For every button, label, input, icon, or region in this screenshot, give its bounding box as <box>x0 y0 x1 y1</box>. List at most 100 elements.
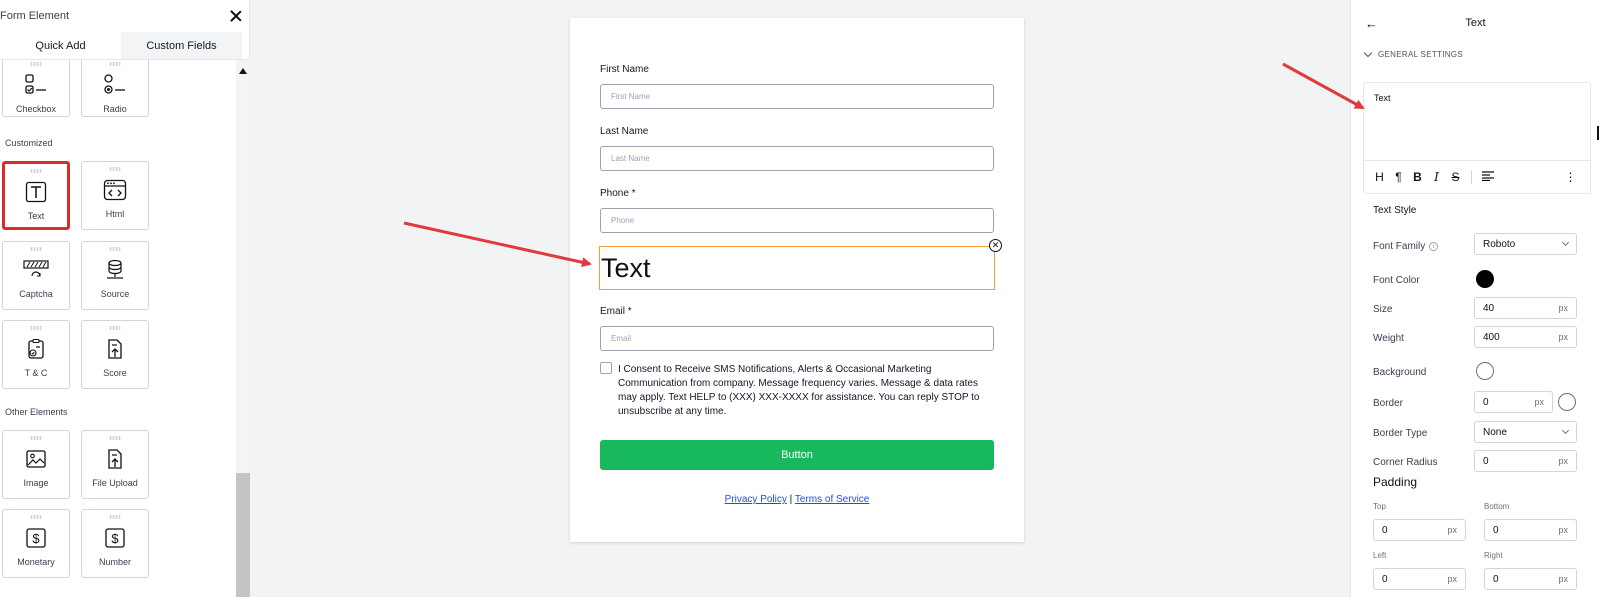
email-field[interactable]: Email <box>600 326 994 351</box>
border-unit: px <box>1534 397 1544 407</box>
section-customized: Customized <box>5 138 53 148</box>
submit-button[interactable]: Button <box>600 440 994 470</box>
border-type-select[interactable]: None <box>1474 421 1577 443</box>
tile-source[interactable]: Source <box>81 241 149 310</box>
chevron-down-icon <box>1363 48 1373 57</box>
phone-label: Phone * <box>600 188 636 199</box>
back-arrow-icon[interactable]: ← <box>1365 16 1378 31</box>
consent-checkbox[interactable] <box>600 362 612 374</box>
first-name-field[interactable]: First Name <box>600 84 994 109</box>
drag-handle-icon <box>30 326 42 330</box>
clipboard-check-icon <box>23 336 49 362</box>
background-label: Background <box>1373 367 1427 378</box>
border-type-value: None <box>1483 426 1507 438</box>
drag-handle-icon <box>109 326 121 330</box>
scroll-up-icon[interactable] <box>239 68 247 74</box>
heading-icon[interactable]: H <box>1370 170 1389 184</box>
tile-label: Html <box>105 209 125 219</box>
element-list-scrollbar[interactable] <box>236 60 250 597</box>
drag-handle-icon <box>109 247 121 251</box>
last-name-label: Last Name <box>600 126 649 137</box>
remove-element-icon[interactable]: ✕ <box>989 239 1002 252</box>
editor-content[interactable]: Text <box>1364 83 1590 161</box>
close-icon[interactable] <box>229 9 243 23</box>
settings-header: ← Text <box>1351 0 1600 45</box>
settings-title: Text <box>1465 16 1486 29</box>
size-input[interactable]: 40 px <box>1474 297 1577 319</box>
text-icon <box>23 179 49 205</box>
terms-of-service-link[interactable]: Terms of Service <box>795 494 869 505</box>
tile-number[interactable]: $ Number <box>81 509 149 578</box>
element-list: Checkbox Radio Customized Text Html Capt… <box>0 60 236 597</box>
svg-text:$: $ <box>111 531 119 546</box>
padding-left-label: Left <box>1373 551 1387 560</box>
tile-label: Checkbox <box>15 104 57 114</box>
scrollbar-thumb[interactable] <box>236 473 250 597</box>
strikethrough-icon[interactable]: S <box>1446 170 1465 184</box>
tile-label: Monetary <box>17 557 55 567</box>
drag-handle-icon <box>30 62 42 66</box>
border-value: 0 <box>1483 396 1489 408</box>
padding-top-label: Top <box>1373 502 1386 511</box>
align-left-icon[interactable] <box>1478 170 1497 184</box>
privacy-policy-link[interactable]: Privacy Policy <box>725 494 787 505</box>
padding-right-value: 0 <box>1493 573 1499 585</box>
tab-quick-add[interactable]: Quick Add <box>0 32 121 59</box>
padding-left-input[interactable]: 0 px <box>1373 568 1466 590</box>
tile-monetary[interactable]: $ Monetary <box>2 509 70 578</box>
corner-radius-unit: px <box>1558 456 1568 466</box>
tile-label: Captcha <box>19 289 53 299</box>
padding-right-label: Right <box>1484 551 1503 560</box>
drag-handle-icon <box>30 436 42 440</box>
border-color-swatch[interactable] <box>1558 393 1576 411</box>
text-element-selected[interactable]: Text <box>599 246 995 290</box>
weight-value: 400 <box>1483 331 1500 343</box>
weight-input[interactable]: 400 px <box>1474 326 1577 348</box>
svg-text:$: $ <box>32 531 40 546</box>
padding-top-input[interactable]: 0 px <box>1373 519 1466 541</box>
background-color-swatch[interactable] <box>1476 362 1494 380</box>
phone-field[interactable]: Phone <box>600 208 994 233</box>
tab-custom-fields[interactable]: Custom Fields <box>121 32 242 59</box>
padding-top-value: 0 <box>1382 524 1388 536</box>
font-family-select[interactable]: Roboto <box>1474 233 1577 255</box>
text-settings-panel: ← Text GENERAL SETTINGS Text H ¶ B I S ⋮… <box>1350 0 1600 597</box>
last-name-field[interactable]: Last Name <box>600 146 994 171</box>
html-code-icon <box>102 177 128 203</box>
general-settings-label: GENERAL SETTINGS <box>1378 49 1463 59</box>
tile-label: Radio <box>103 104 127 114</box>
info-icon: i <box>1429 241 1439 251</box>
font-family-label: Font Family i <box>1373 241 1439 252</box>
font-color-swatch[interactable] <box>1476 270 1494 288</box>
border-input[interactable]: 0 px <box>1474 391 1553 413</box>
more-options-icon[interactable]: ⋮ <box>1561 170 1580 184</box>
font-family-value: Roboto <box>1483 238 1516 250</box>
tile-image[interactable]: Image <box>2 430 70 499</box>
tile-label: Image <box>23 478 49 488</box>
tile-score[interactable]: Score <box>81 320 149 389</box>
drag-handle-icon <box>109 62 121 66</box>
padding-bottom-input[interactable]: 0 px <box>1484 519 1577 541</box>
panel-title: Form Element <box>0 10 70 22</box>
file-upload-icon <box>102 446 128 472</box>
bold-icon[interactable]: B <box>1408 170 1427 184</box>
chevron-down-icon <box>1561 238 1570 247</box>
padding-right-input[interactable]: 0 px <box>1484 568 1577 590</box>
tile-checkbox[interactable]: Checkbox <box>2 60 70 117</box>
tile-radio[interactable]: Radio <box>81 60 149 117</box>
tile-text[interactable]: Text <box>2 161 70 230</box>
tile-terms-conditions[interactable]: T & C <box>2 320 70 389</box>
italic-icon[interactable]: I <box>1427 170 1446 184</box>
border-label: Border <box>1373 398 1404 409</box>
corner-radius-input[interactable]: 0 px <box>1474 450 1577 472</box>
weight-unit: px <box>1558 332 1568 342</box>
tile-file-upload[interactable]: File Upload <box>81 430 149 499</box>
general-settings-toggle[interactable]: GENERAL SETTINGS <box>1351 45 1600 63</box>
font-family-label-text: Font Family <box>1373 241 1426 252</box>
padding-bottom-value: 0 <box>1493 524 1499 536</box>
padding-left-unit: px <box>1447 574 1457 584</box>
tile-html[interactable]: Html <box>81 161 149 230</box>
padding-heading: Padding <box>1373 475 1418 489</box>
paragraph-icon[interactable]: ¶ <box>1389 170 1408 184</box>
tile-captcha[interactable]: Captcha <box>2 241 70 310</box>
